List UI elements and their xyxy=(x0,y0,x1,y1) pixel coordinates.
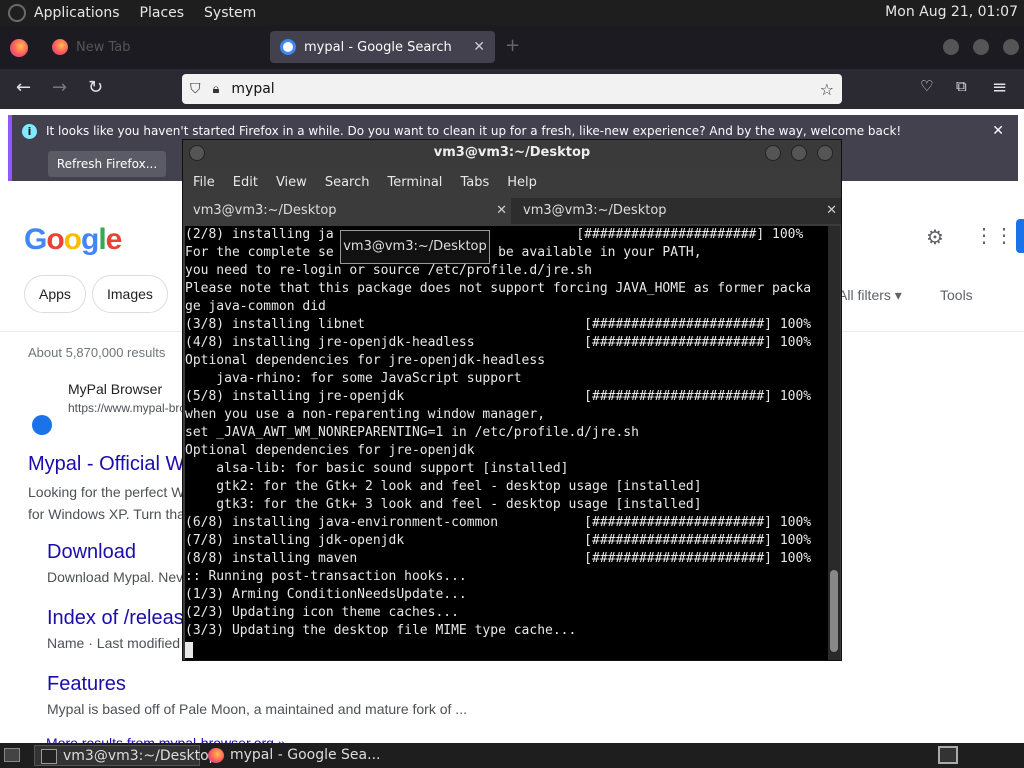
show-desktop-icon[interactable] xyxy=(4,748,20,762)
url-bar[interactable]: ⛉ 🔒︎ mypal ☆ xyxy=(182,74,842,104)
distro-logo-icon[interactable] xyxy=(8,3,26,22)
info-icon: i xyxy=(22,124,37,139)
notification-message: It looks like you haven't started Firefo… xyxy=(46,124,902,138)
tools-button[interactable]: Tools xyxy=(940,287,973,303)
close-window-icon[interactable] xyxy=(817,145,833,161)
menu-search[interactable]: Search xyxy=(325,175,370,190)
terminal-tab-2[interactable]: vm3@vm3:~/Desktop ✕ xyxy=(513,198,841,224)
workspace-switcher[interactable] xyxy=(938,746,958,764)
reload-icon[interactable]: ↻ xyxy=(88,77,103,98)
text-cursor xyxy=(185,642,193,658)
terminal-text: (2/8) installing ja [###################… xyxy=(185,227,812,638)
clock[interactable]: Mon Aug 21, 01:07 xyxy=(885,4,1018,20)
task-label: vm3@vm3:~/Desktop xyxy=(63,748,218,764)
menu-help[interactable]: Help xyxy=(507,175,537,190)
sublink-index[interactable]: Index of /releas xyxy=(47,607,184,630)
bookmark-star-icon[interactable]: ☆ xyxy=(820,80,834,99)
firefox-icon xyxy=(52,39,68,55)
tab-tooltip: vm3@vm3:~/Desktop xyxy=(340,230,490,264)
result-snippet-1: Looking for the perfect W xyxy=(28,484,185,500)
chip-images[interactable]: Images xyxy=(92,275,168,313)
terminal-tab-bar: vm3@vm3:~/Desktop ✕ vm3@vm3:~/Desktop ✕ xyxy=(183,198,841,224)
minimize-icon[interactable] xyxy=(943,39,959,55)
more-results-link[interactable]: More results from mypal-browser.org » xyxy=(46,735,286,743)
task-terminal[interactable]: vm3@vm3:~/Desktop xyxy=(34,745,218,766)
top-panel: Applications Places System Mon Aug 21, 0… xyxy=(0,0,1024,25)
close-tab-icon[interactable]: ✕ xyxy=(473,39,485,55)
menu-view[interactable]: View xyxy=(276,175,307,190)
terminal-scrollbar[interactable] xyxy=(828,226,840,660)
task-label: mypal - Google Sea... xyxy=(230,747,381,763)
pocket-icon[interactable]: ♡ xyxy=(920,77,933,95)
chip-apps[interactable]: Apps xyxy=(24,275,86,313)
maximize-icon[interactable] xyxy=(973,39,989,55)
sublink-snippet: Name · Last modified xyxy=(47,635,181,651)
menu-system[interactable]: System xyxy=(204,5,256,21)
sublink-download[interactable]: Download xyxy=(47,541,136,564)
google-logo[interactable]: Google xyxy=(24,223,122,257)
close-notification-icon[interactable]: ✕ xyxy=(992,123,1004,139)
result-count: About 5,870,000 results xyxy=(28,345,166,360)
firefox-view-icon[interactable] xyxy=(10,39,28,57)
menu-applications[interactable]: Applications xyxy=(34,5,120,21)
close-window-icon[interactable] xyxy=(1003,39,1019,55)
forward-icon[interactable]: → xyxy=(52,77,67,98)
result-site-name[interactable]: MyPal Browser xyxy=(68,381,162,397)
terminal-tab-label: vm3@vm3:~/Desktop xyxy=(523,203,667,218)
shield-icon[interactable]: ⛉ xyxy=(190,81,201,97)
firefox-tab-bar: New Tab mypal - Google Search ✕ + xyxy=(0,25,1024,69)
task-firefox[interactable]: mypal - Google Sea... xyxy=(202,745,402,766)
google-icon xyxy=(280,39,296,55)
tab-label: New Tab xyxy=(76,39,131,55)
close-tab-icon[interactable]: ✕ xyxy=(826,198,837,224)
sublink-snippet: Download Mypal. Nev xyxy=(47,569,184,585)
new-tab-icon[interactable]: + xyxy=(505,35,520,56)
menu-places[interactable]: Places xyxy=(140,5,185,21)
tab-label: mypal - Google Search xyxy=(304,39,452,55)
lock-icon[interactable]: 🔒︎ xyxy=(213,82,220,97)
terminal-title: vm3@vm3:~/Desktop xyxy=(433,145,591,160)
maximize-icon[interactable] xyxy=(791,145,807,161)
terminal-tab-label: vm3@vm3:~/Desktop xyxy=(193,203,337,218)
result-title[interactable]: Mypal - Official W xyxy=(28,453,184,476)
terminal-title-bar[interactable]: vm3@vm3:~/Desktop xyxy=(183,140,841,168)
sublink-features[interactable]: Features xyxy=(47,673,126,696)
result-site-url[interactable]: https://www.mypal-bro xyxy=(68,401,186,415)
menu-edit[interactable]: Edit xyxy=(233,175,258,190)
navigation-bar: ← → ↻ ⛉ 🔒︎ mypal ☆ ♡ ⧉ ≡ xyxy=(0,69,1024,109)
result-snippet-2: for Windows XP. Turn tha xyxy=(28,506,185,522)
bottom-taskbar: vm3@vm3:~/Desktop mypal - Google Sea... xyxy=(0,743,1024,768)
tab-google-search[interactable]: mypal - Google Search ✕ xyxy=(270,31,495,63)
scrollbar-thumb[interactable] xyxy=(830,570,838,652)
terminal-output[interactable]: (2/8) installing ja [###################… xyxy=(185,226,829,660)
sublink-snippet: Mypal is based off of Pale Moon, a maint… xyxy=(47,701,467,717)
minimize-icon[interactable] xyxy=(765,145,781,161)
url-text[interactable]: mypal xyxy=(231,81,274,97)
menu-file[interactable]: File xyxy=(193,175,215,190)
terminal-tab-1[interactable]: vm3@vm3:~/Desktop ✕ xyxy=(183,198,511,224)
terminal-menu-bar: File Edit View Search Terminal Tabs Help xyxy=(183,168,841,196)
all-filters-button[interactable]: All filters ▾ xyxy=(838,287,902,304)
menu-tabs[interactable]: Tabs xyxy=(460,175,489,190)
menu-terminal[interactable]: Terminal xyxy=(387,175,442,190)
settings-gear-icon[interactable]: ⚙ xyxy=(926,225,944,250)
sign-in-button[interactable] xyxy=(1016,219,1024,253)
apps-grid-icon[interactable]: ⋮⋮ xyxy=(974,223,1014,248)
terminal-icon xyxy=(41,749,57,764)
firefox-icon xyxy=(208,748,224,763)
globe-icon xyxy=(32,415,52,435)
extensions-icon[interactable]: ⧉ xyxy=(956,77,967,95)
menu-hamburger-icon[interactable]: ≡ xyxy=(992,77,1007,98)
all-filters-label: All filters xyxy=(838,287,891,303)
back-icon[interactable]: ← xyxy=(16,77,31,98)
terminal-window: vm3@vm3:~/Desktop File Edit View Search … xyxy=(182,139,842,661)
tab-new-tab[interactable]: New Tab xyxy=(42,31,267,63)
window-menu-icon[interactable] xyxy=(189,145,205,161)
refresh-firefox-button[interactable]: Refresh Firefox... xyxy=(48,151,166,177)
close-tab-icon[interactable]: ✕ xyxy=(496,198,507,224)
